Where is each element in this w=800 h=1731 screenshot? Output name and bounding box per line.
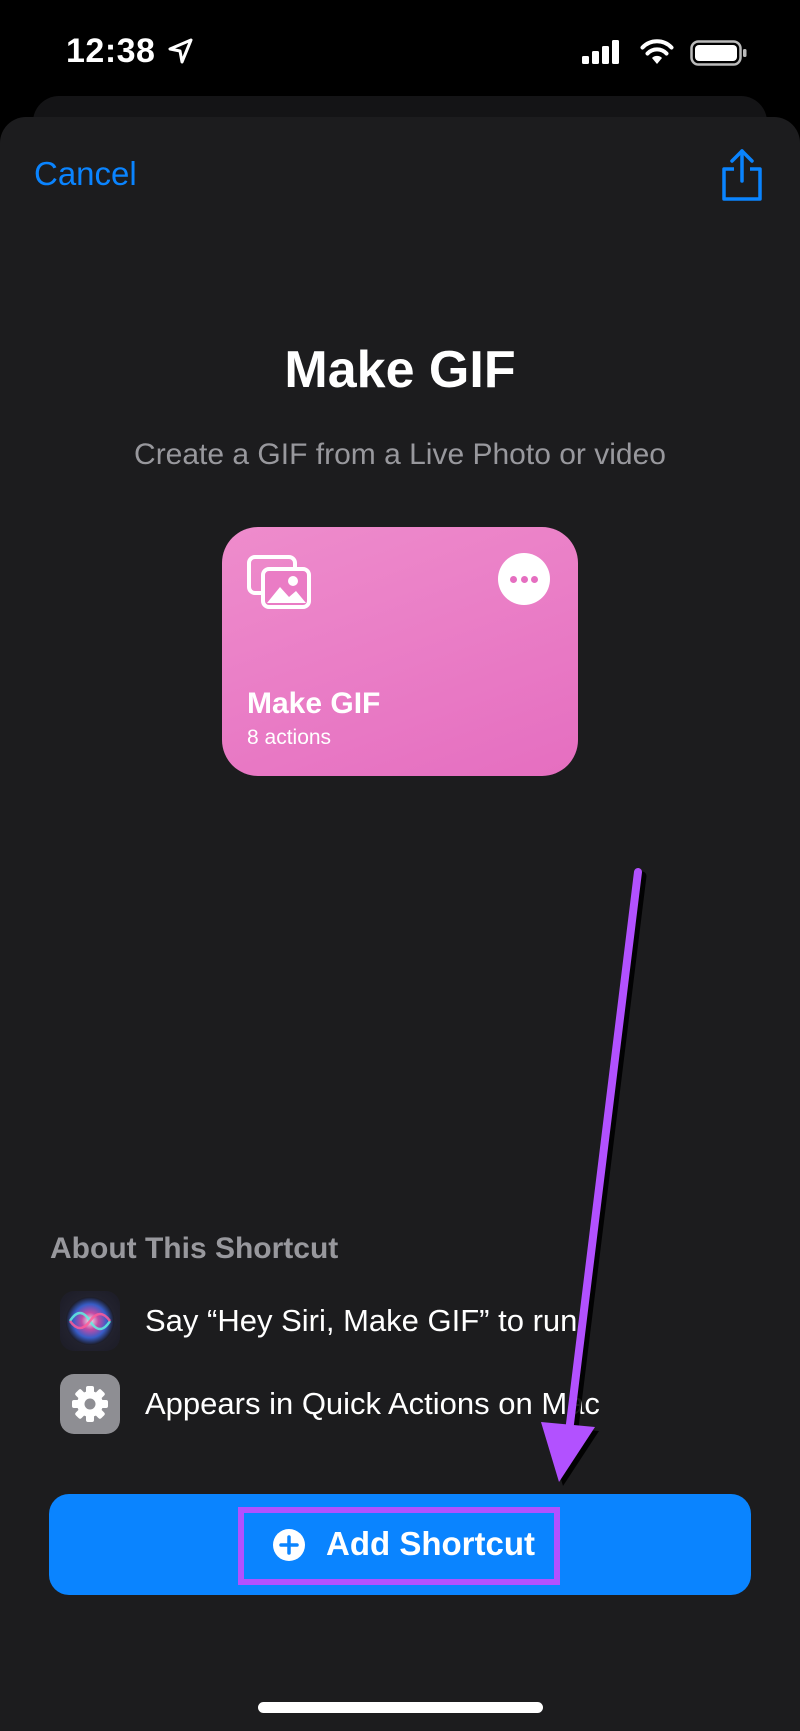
card-title: Make GIF [247,687,381,720]
more-options-icon[interactable] [498,553,550,605]
location-arrow-icon [168,38,193,64]
quick-actions-label: Appears in Quick Actions on Mac [145,1386,600,1421]
plus-circle-icon [273,1529,305,1561]
home-indicator [258,1702,543,1713]
wifi-icon [640,39,674,64]
status-bar: 12:38 [0,0,800,100]
cancel-button[interactable]: Cancel [34,155,137,193]
card-actions-count: 8 actions [247,726,332,749]
shortcut-title: Make GIF [284,341,516,399]
photos-icon [247,555,311,609]
add-shortcut-label: Add Shortcut [326,1525,535,1562]
gear-icon [60,1374,120,1434]
battery-icon [690,40,747,66]
cellular-signal-icon [582,40,619,64]
shortcut-card[interactable]: Make GIF 8 actions [222,527,578,776]
share-icon[interactable] [720,148,764,202]
siri-phrase-label: Say “Hey Siri, Make GIF” to run [145,1303,578,1338]
siri-icon [60,1291,120,1351]
about-heading: About This Shortcut [50,1232,339,1265]
shortcut-description: Create a GIF from a Live Photo or video [134,438,666,471]
status-time: 12:38 [66,32,156,70]
